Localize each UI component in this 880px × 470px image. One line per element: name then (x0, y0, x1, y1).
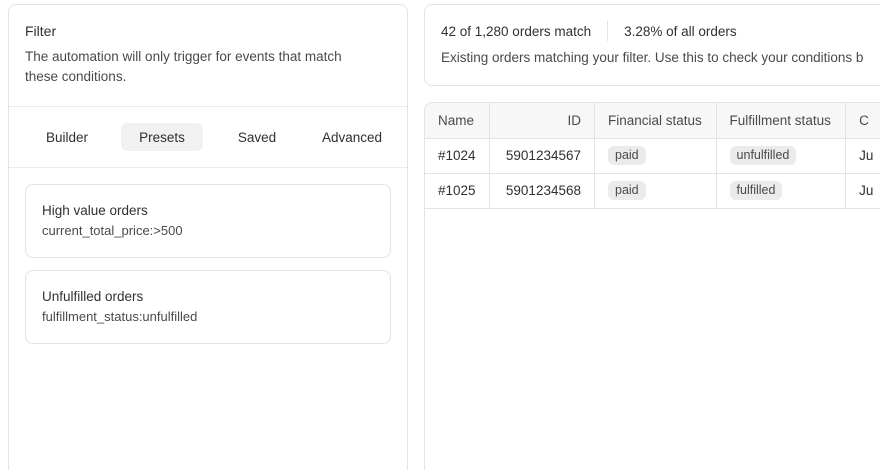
fulfillment-status-cell: unfulfilled (716, 138, 847, 174)
column-header-financial-status[interactable]: Financial status (594, 103, 717, 139)
tab-advanced[interactable]: Advanced (311, 123, 393, 151)
summary-stats: 42 of 1,280 orders match 3.28% of all or… (425, 5, 880, 41)
preset-query: current_total_price:>500 (42, 223, 183, 238)
orders-table-panel: Name ID Financial status Fulfillment sta… (424, 102, 880, 470)
filter-tabs: Builder Presets Saved Advanced (9, 107, 407, 168)
fulfillment-status-badge: fulfilled (729, 181, 783, 200)
filter-description: The automation will only trigger for eve… (25, 49, 342, 84)
filter-header: Filter The automation will only trigger … (9, 5, 407, 107)
order-id: 5901234568 (489, 173, 596, 209)
fulfillment-status-cell: fulfilled (716, 173, 847, 209)
column-header-fulfillment-status[interactable]: Fulfillment status (716, 103, 847, 139)
filter-panel: Filter The automation will only trigger … (8, 4, 408, 470)
preset-name: High value orders (42, 203, 148, 218)
financial-status-cell: paid (594, 138, 717, 174)
order-name: #1025 (425, 173, 490, 209)
column-header-c[interactable]: C (845, 103, 880, 139)
table-row[interactable]: #1024 5901234567 paid unfulfilled Ju (425, 138, 880, 174)
financial-status-cell: paid (594, 173, 717, 209)
financial-status-badge: paid (608, 181, 646, 200)
tab-builder[interactable]: Builder (26, 123, 108, 151)
preset-name: Unfulfilled orders (42, 289, 144, 304)
tab-presets[interactable]: Presets (121, 123, 203, 151)
filter-title: Filter (25, 23, 57, 39)
table-header-row: Name ID Financial status Fulfillment sta… (425, 103, 880, 139)
preset-list: High value orders current_total_price:>5… (9, 168, 407, 344)
app-root: Filter The automation will only trigger … (0, 0, 880, 470)
orders-table: Name ID Financial status Fulfillment sta… (425, 103, 880, 209)
summary-divider (607, 21, 609, 41)
match-percent: 3.28% of all orders (624, 23, 737, 39)
match-count: 42 of 1,280 orders match (441, 23, 592, 39)
table-row[interactable]: #1025 5901234568 paid fulfilled Ju (425, 173, 880, 209)
column-header-name[interactable]: Name (425, 103, 490, 139)
column-header-id[interactable]: ID (489, 103, 596, 139)
preset-card-high-value[interactable]: High value orders current_total_price:>5… (25, 184, 391, 258)
match-summary: 42 of 1,280 orders match 3.28% of all or… (424, 4, 880, 86)
fulfillment-status-badge: unfulfilled (729, 146, 797, 165)
order-c: Ju (845, 138, 880, 174)
tab-saved[interactable]: Saved (216, 123, 298, 151)
preset-card-unfulfilled[interactable]: Unfulfilled orders fulfillment_status:un… (25, 270, 391, 344)
order-c: Ju (845, 173, 880, 209)
order-id: 5901234567 (489, 138, 596, 174)
preset-query: fulfillment_status:unfulfilled (42, 309, 198, 324)
summary-description: Existing orders matching your filter. Us… (441, 50, 864, 65)
financial-status-badge: paid (608, 146, 646, 165)
order-name: #1024 (425, 138, 490, 174)
